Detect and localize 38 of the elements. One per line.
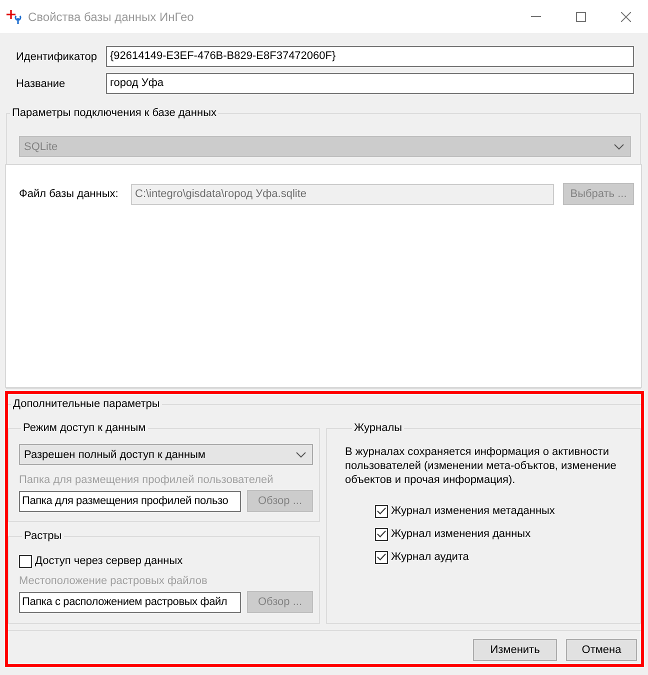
chevron-down-icon — [614, 144, 624, 150]
checkbox[interactable] — [19, 554, 32, 568]
plus-wrench-icon — [6, 8, 22, 24]
cancel-button[interactable]: Отмена — [566, 639, 637, 661]
minimize-icon — [530, 16, 540, 17]
apply-button[interactable]: Изменить — [473, 639, 557, 661]
input-field[interactable]: Папка для размещения профилей пользо — [19, 490, 241, 512]
checkbox-label: Журнал изменения данных — [391, 528, 531, 540]
checkbox[interactable] — [375, 550, 388, 564]
group-title: Растры — [23, 529, 63, 543]
close-icon — [620, 12, 630, 22]
input-field[interactable]: {92614149-E3EF-476B-B829-E8F37472060F} — [106, 46, 634, 67]
input-field[interactable]: Папка с расположением растровых файл — [19, 592, 241, 612]
description-text: В журналах сохраняется информация о активности пользователей (изменении мета-объктов, изменение объектов и прочая информация). — [345, 445, 618, 487]
dropdown-value: SQLite — [24, 140, 58, 152]
field-label: Местоположение растровых файлов — [19, 574, 208, 588]
field-label: Папка для размещения профилей пользователей — [19, 473, 274, 487]
checkbox[interactable] — [375, 504, 388, 518]
chevron-down-icon — [296, 452, 306, 458]
group-title: Параметры подключения к базе данных — [11, 106, 218, 120]
group-title: Режим доступ к данным — [22, 421, 147, 435]
check-icon — [377, 553, 386, 561]
group-title: Дополнительные параметры — [12, 397, 161, 411]
dropdown[interactable]: Разрешен полный доступ к данным — [19, 444, 313, 465]
check-icon — [377, 530, 386, 538]
field-label: Название — [16, 76, 66, 90]
check-icon — [377, 507, 386, 515]
field-label: Файл базы данных: — [19, 187, 120, 201]
dropdown-value: Разрешен полный доступ к данным — [24, 448, 206, 460]
checkbox-label: Журнал изменения метаданных — [391, 505, 555, 517]
group-title: Журналы — [353, 421, 404, 435]
checkbox[interactable] — [375, 528, 388, 540]
checkbox-label: Доступ через сервер данных — [35, 555, 183, 567]
checkbox-label: Журнал аудита — [391, 551, 469, 563]
input-field[interactable]: город Уфа — [106, 73, 634, 94]
window-title: Свойства базы данных ИнГео — [28, 10, 194, 24]
maximize-icon — [576, 12, 586, 22]
field-label: Идентификатор — [16, 50, 98, 64]
